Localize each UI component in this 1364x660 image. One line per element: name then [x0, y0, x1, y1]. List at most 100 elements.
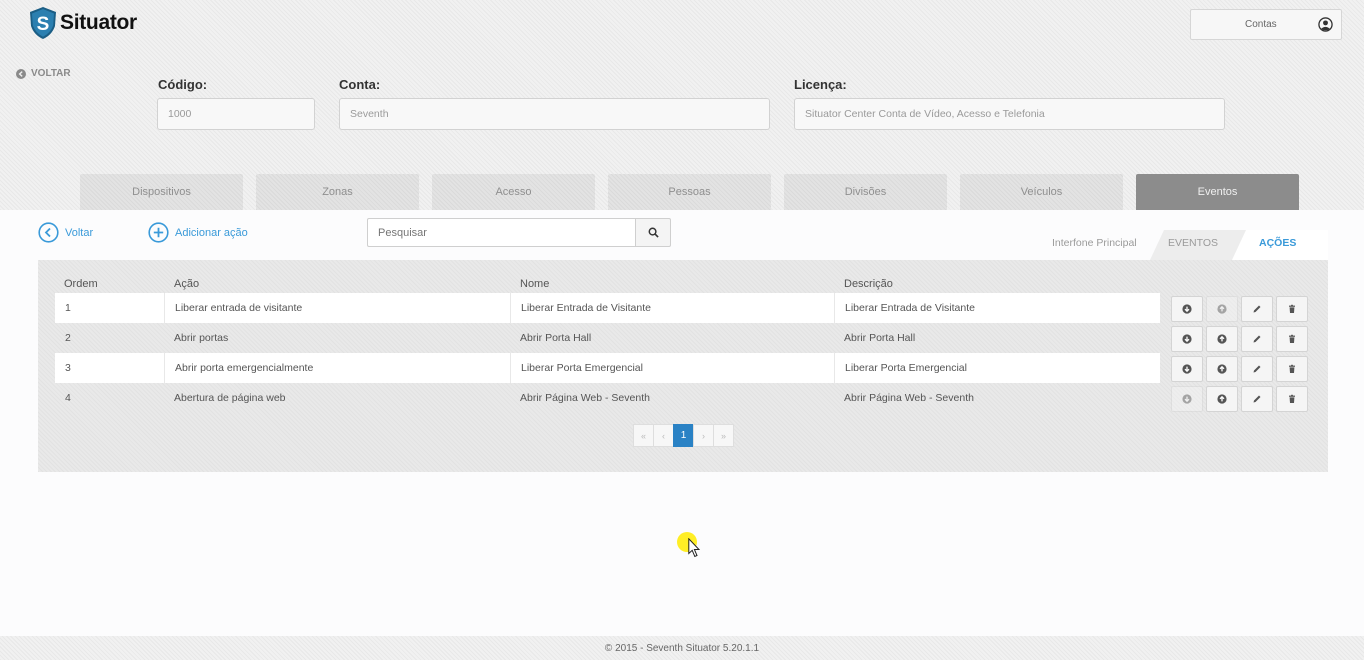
cell-nome: Liberar Entrada de Visitante — [510, 293, 834, 323]
breadcrumb-context: Interfone Principal — [1052, 237, 1137, 249]
arrow-up-circle-icon — [1217, 364, 1227, 374]
edit-button[interactable] — [1241, 326, 1273, 352]
shield-logo-icon: S — [30, 7, 56, 39]
app-logo[interactable]: S Situator — [28, 6, 137, 40]
table-row[interactable]: 3 Abrir porta emergencialmente Liberar P… — [55, 353, 1160, 383]
back-label: VOLTAR — [31, 68, 71, 79]
arrow-up-circle-icon — [1217, 394, 1227, 404]
page-first-button[interactable]: « — [633, 424, 654, 447]
arrow-up-circle-icon — [1217, 304, 1227, 314]
row-actions — [1171, 386, 1311, 412]
app-name: Situator — [60, 11, 137, 34]
cell-ordem: 4 — [65, 392, 71, 404]
move-up-button[interactable] — [1206, 386, 1238, 412]
cell-nome: Liberar Porta Emergencial — [510, 353, 834, 383]
search-button[interactable] — [635, 218, 671, 247]
move-down-button[interactable] — [1171, 386, 1203, 412]
col-header-descricao[interactable]: Descrição — [844, 278, 893, 290]
cell-descricao: Liberar Entrada de Visitante — [834, 293, 1160, 323]
tab-eventos[interactable]: Eventos — [1136, 174, 1299, 210]
tab-veiculos[interactable]: Veículos — [960, 174, 1123, 210]
account-label: Contas — [1245, 19, 1277, 30]
actions-table: Ordem Ação Nome Descrição 1 Liberar entr… — [38, 260, 1328, 472]
licenca-field[interactable] — [794, 98, 1225, 130]
conta-label: Conta: — [339, 77, 381, 92]
arrow-left-circle-icon — [38, 222, 59, 243]
edit-button[interactable] — [1241, 296, 1273, 322]
tab-acesso[interactable]: Acesso — [432, 174, 595, 210]
delete-button[interactable] — [1276, 356, 1308, 382]
move-down-button[interactable] — [1171, 296, 1203, 322]
delete-button[interactable] — [1276, 386, 1308, 412]
cell-acao: Liberar entrada de visitante — [164, 293, 510, 323]
licenca-label: Licença: — [794, 77, 847, 92]
tab-acoes-sub[interactable]: AÇÕES — [1259, 237, 1296, 249]
move-up-button[interactable] — [1206, 356, 1238, 382]
tab-pessoas[interactable]: Pessoas — [608, 174, 771, 210]
col-header-ordem[interactable]: Ordem — [64, 278, 98, 290]
page-next-button[interactable]: › — [693, 424, 714, 447]
cell-acao: Abrir porta emergencialmente — [164, 353, 510, 383]
row-actions — [1171, 296, 1311, 322]
search-box — [367, 218, 671, 247]
row-actions — [1171, 356, 1311, 382]
page-last-button[interactable]: » — [713, 424, 734, 447]
tab-eventos-sub[interactable]: EVENTOS — [1168, 237, 1218, 249]
add-action-button[interactable]: Adicionar ação — [148, 222, 248, 243]
pencil-icon — [1253, 305, 1261, 313]
conta-field[interactable] — [339, 98, 770, 130]
add-action-label: Adicionar ação — [175, 226, 248, 239]
arrow-left-circle-icon — [16, 68, 26, 79]
move-up-button[interactable] — [1206, 326, 1238, 352]
trash-icon — [1289, 364, 1295, 373]
trash-icon — [1289, 304, 1295, 313]
move-down-button[interactable] — [1171, 326, 1203, 352]
table-row[interactable]: 1 Liberar entrada de visitante Liberar E… — [55, 293, 1160, 323]
pagination: « ‹ 1 › » — [633, 424, 734, 447]
edit-button[interactable] — [1241, 356, 1273, 382]
footer: © 2015 - Seventh Situator 5.20.1.1 — [0, 636, 1364, 660]
move-up-button[interactable] — [1206, 296, 1238, 322]
trash-icon — [1289, 334, 1295, 343]
col-header-nome[interactable]: Nome — [520, 278, 549, 290]
cell-ordem: 1 — [65, 302, 71, 314]
col-header-acao[interactable]: Ação — [174, 278, 199, 290]
pencil-icon — [1253, 365, 1261, 373]
move-down-button[interactable] — [1171, 356, 1203, 382]
table-row[interactable]: 2 Abrir portas Abrir Porta Hall Abrir Po… — [55, 323, 1160, 353]
page-current-button[interactable]: 1 — [673, 424, 694, 447]
mouse-pointer-icon — [688, 538, 700, 558]
account-menu[interactable]: Contas — [1190, 9, 1342, 40]
tab-zonas[interactable]: Zonas — [256, 174, 419, 210]
user-icon — [1318, 17, 1333, 32]
top-bar: S Situator Contas — [0, 0, 1364, 46]
search-icon — [648, 227, 659, 238]
tab-dispositivos[interactable]: Dispositivos — [80, 174, 243, 210]
edit-button[interactable] — [1241, 386, 1273, 412]
svg-text:S: S — [37, 14, 50, 35]
cell-descricao: Liberar Porta Emergencial — [834, 353, 1160, 383]
content-area: Voltar Adicionar ação Interfone Principa… — [0, 210, 1364, 636]
arrow-down-circle-icon — [1182, 364, 1192, 374]
cell-ordem: 3 — [65, 362, 71, 374]
delete-button[interactable] — [1276, 296, 1308, 322]
plus-circle-icon — [148, 222, 169, 243]
page-prev-button[interactable]: ‹ — [653, 424, 674, 447]
table-row[interactable]: 4 Abertura de página web Abrir Página We… — [55, 383, 1160, 413]
arrow-up-circle-icon — [1217, 334, 1227, 344]
delete-button[interactable] — [1276, 326, 1308, 352]
back-button[interactable]: Voltar — [38, 222, 93, 243]
copyright-text: © 2015 - Seventh Situator 5.20.1.1 — [604, 642, 760, 654]
arrow-down-circle-icon — [1182, 334, 1192, 344]
codigo-field[interactable] — [157, 98, 315, 130]
cell-nome: Abrir Página Web - Seventh — [520, 392, 650, 404]
cell-nome: Abrir Porta Hall — [520, 332, 592, 344]
back-link-top[interactable]: VOLTAR — [16, 68, 71, 79]
tab-divisoes[interactable]: Divisões — [784, 174, 947, 210]
cell-acao: Abertura de página web — [174, 392, 286, 404]
search-input[interactable] — [367, 218, 636, 247]
cell-acao: Abrir portas — [174, 332, 229, 344]
cell-ordem: 2 — [65, 332, 71, 344]
codigo-label: Código: — [158, 77, 208, 92]
arrow-down-circle-icon — [1182, 394, 1192, 404]
